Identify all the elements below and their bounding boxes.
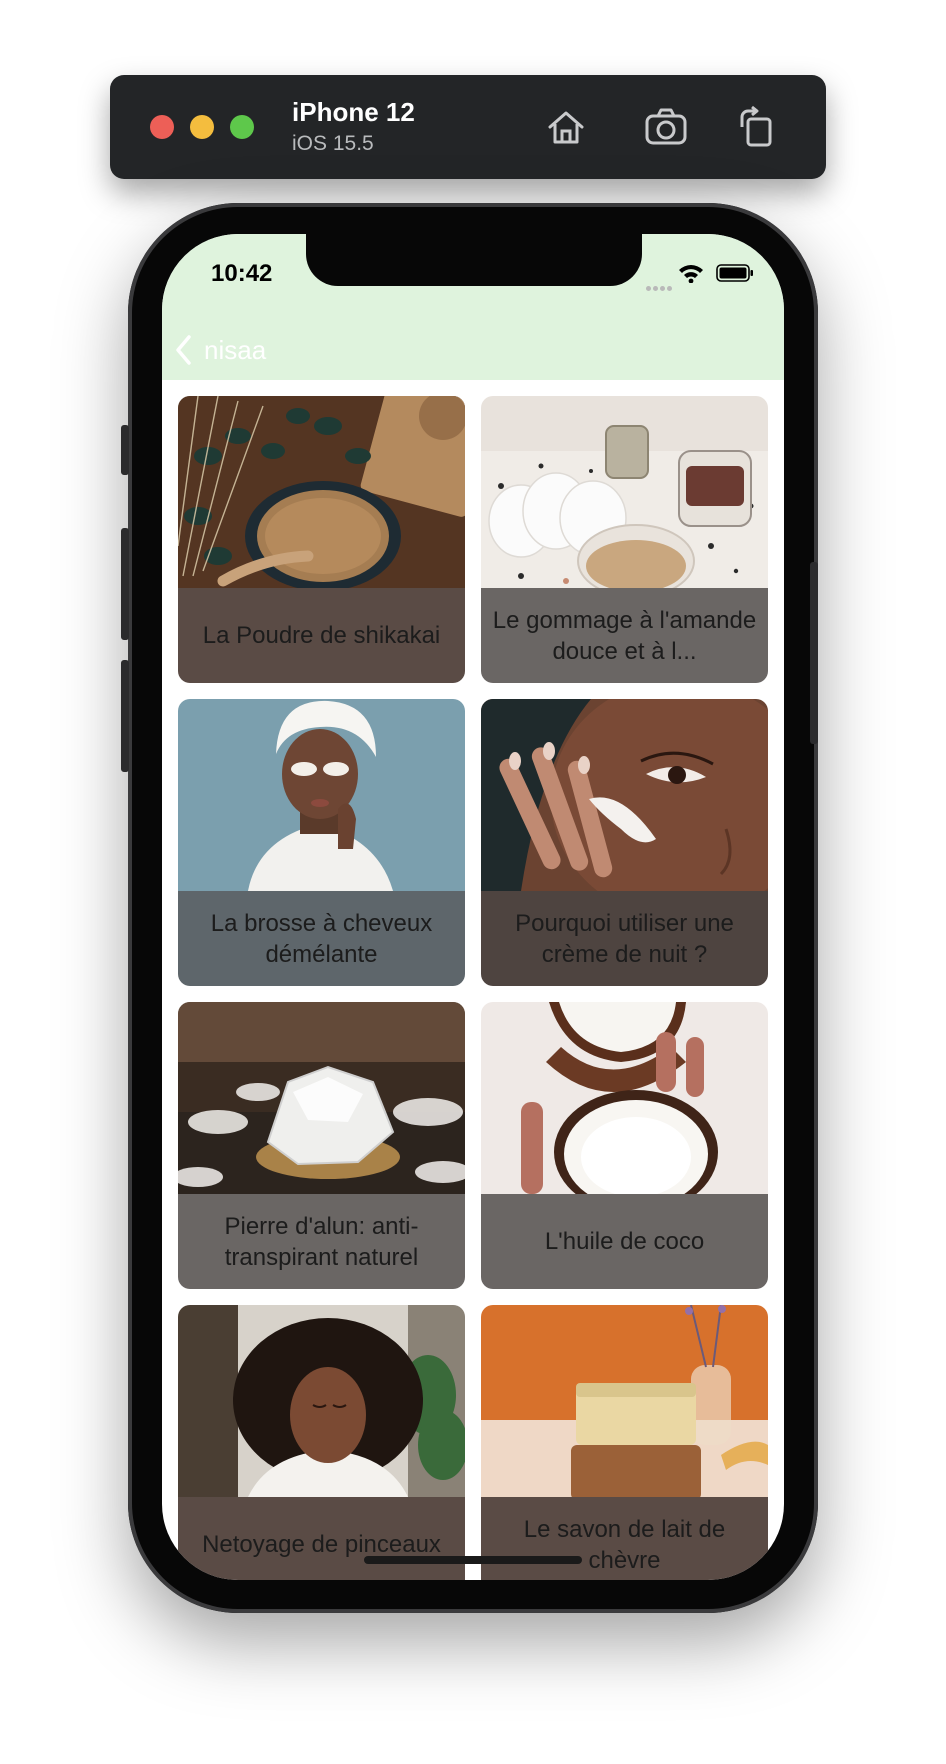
chevron-left-icon xyxy=(176,335,191,365)
notch xyxy=(306,234,642,286)
article-card[interactable]: Le gommage à l'amande douce et à l... xyxy=(481,396,768,683)
close-window-button[interactable] xyxy=(150,115,174,139)
volume-down-button xyxy=(121,660,129,772)
article-title: Le savon de lait de chèvre xyxy=(481,1497,768,1580)
os-version: iOS 15.5 xyxy=(292,132,374,155)
article-card[interactable]: L'huile de coco xyxy=(481,1002,768,1289)
article-title: L'huile de coco xyxy=(481,1194,768,1289)
home-indicator[interactable] xyxy=(364,1556,582,1564)
shikakai-powder-image xyxy=(178,396,465,588)
screenshot-camera-icon[interactable] xyxy=(644,105,688,149)
article-title: Netoyage de pinceaux xyxy=(178,1497,465,1580)
status-time: 10:42 xyxy=(211,260,273,287)
article-title: Pierre d'alun: anti-transpirant naturel xyxy=(178,1194,465,1289)
device-name: iPhone 12 xyxy=(292,97,415,127)
article-title: Le gommage à l'amande douce et à l... xyxy=(481,588,768,683)
article-card[interactable]: La brosse à cheveux démélante xyxy=(178,699,465,986)
article-title: Pourquoi utiliser une crème de nuit ? xyxy=(481,891,768,986)
rotate-icon[interactable] xyxy=(734,105,778,149)
cellular-signal-icon xyxy=(646,278,674,296)
woman-towel-image xyxy=(178,699,465,891)
article-card[interactable]: La Poudre de shikakai xyxy=(178,396,465,683)
back-button[interactable]: nisaa xyxy=(174,330,266,370)
wifi-icon xyxy=(679,265,703,283)
article-card[interactable]: Pierre d'alun: anti-transpirant naturel xyxy=(178,1002,465,1289)
alum-stone-image xyxy=(178,1002,465,1194)
home-icon[interactable] xyxy=(544,105,588,149)
simulator-toolbar: iPhone 12 iOS 15.5 xyxy=(110,75,826,179)
article-card[interactable]: Le savon de lait de chèvre xyxy=(481,1305,768,1580)
battery-icon xyxy=(716,264,753,282)
article-card[interactable]: Pourquoi utiliser une crème de nuit ? xyxy=(481,699,768,986)
face-cream-image xyxy=(481,699,768,891)
app-screen: 10:42 nisaa La Poudre de shikakai Le gom… xyxy=(162,234,784,1580)
power-button xyxy=(810,562,818,744)
zoom-window-button[interactable] xyxy=(230,115,254,139)
woman-curly-hair-image xyxy=(178,1305,465,1497)
article-title: La brosse à cheveux démélante xyxy=(178,891,465,986)
back-button-label: nisaa xyxy=(204,334,267,365)
mute-switch xyxy=(121,425,129,475)
almond-scrub-image xyxy=(481,396,768,588)
goat-milk-soap-image xyxy=(481,1305,768,1497)
articles-grid: La Poudre de shikakai Le gommage à l'ama… xyxy=(178,396,768,1580)
article-title: La Poudre de shikakai xyxy=(178,588,465,683)
coconut-image xyxy=(481,1002,768,1194)
article-card[interactable]: Netoyage de pinceaux xyxy=(178,1305,465,1580)
minimize-window-button[interactable] xyxy=(190,115,214,139)
volume-up-button xyxy=(121,528,129,640)
